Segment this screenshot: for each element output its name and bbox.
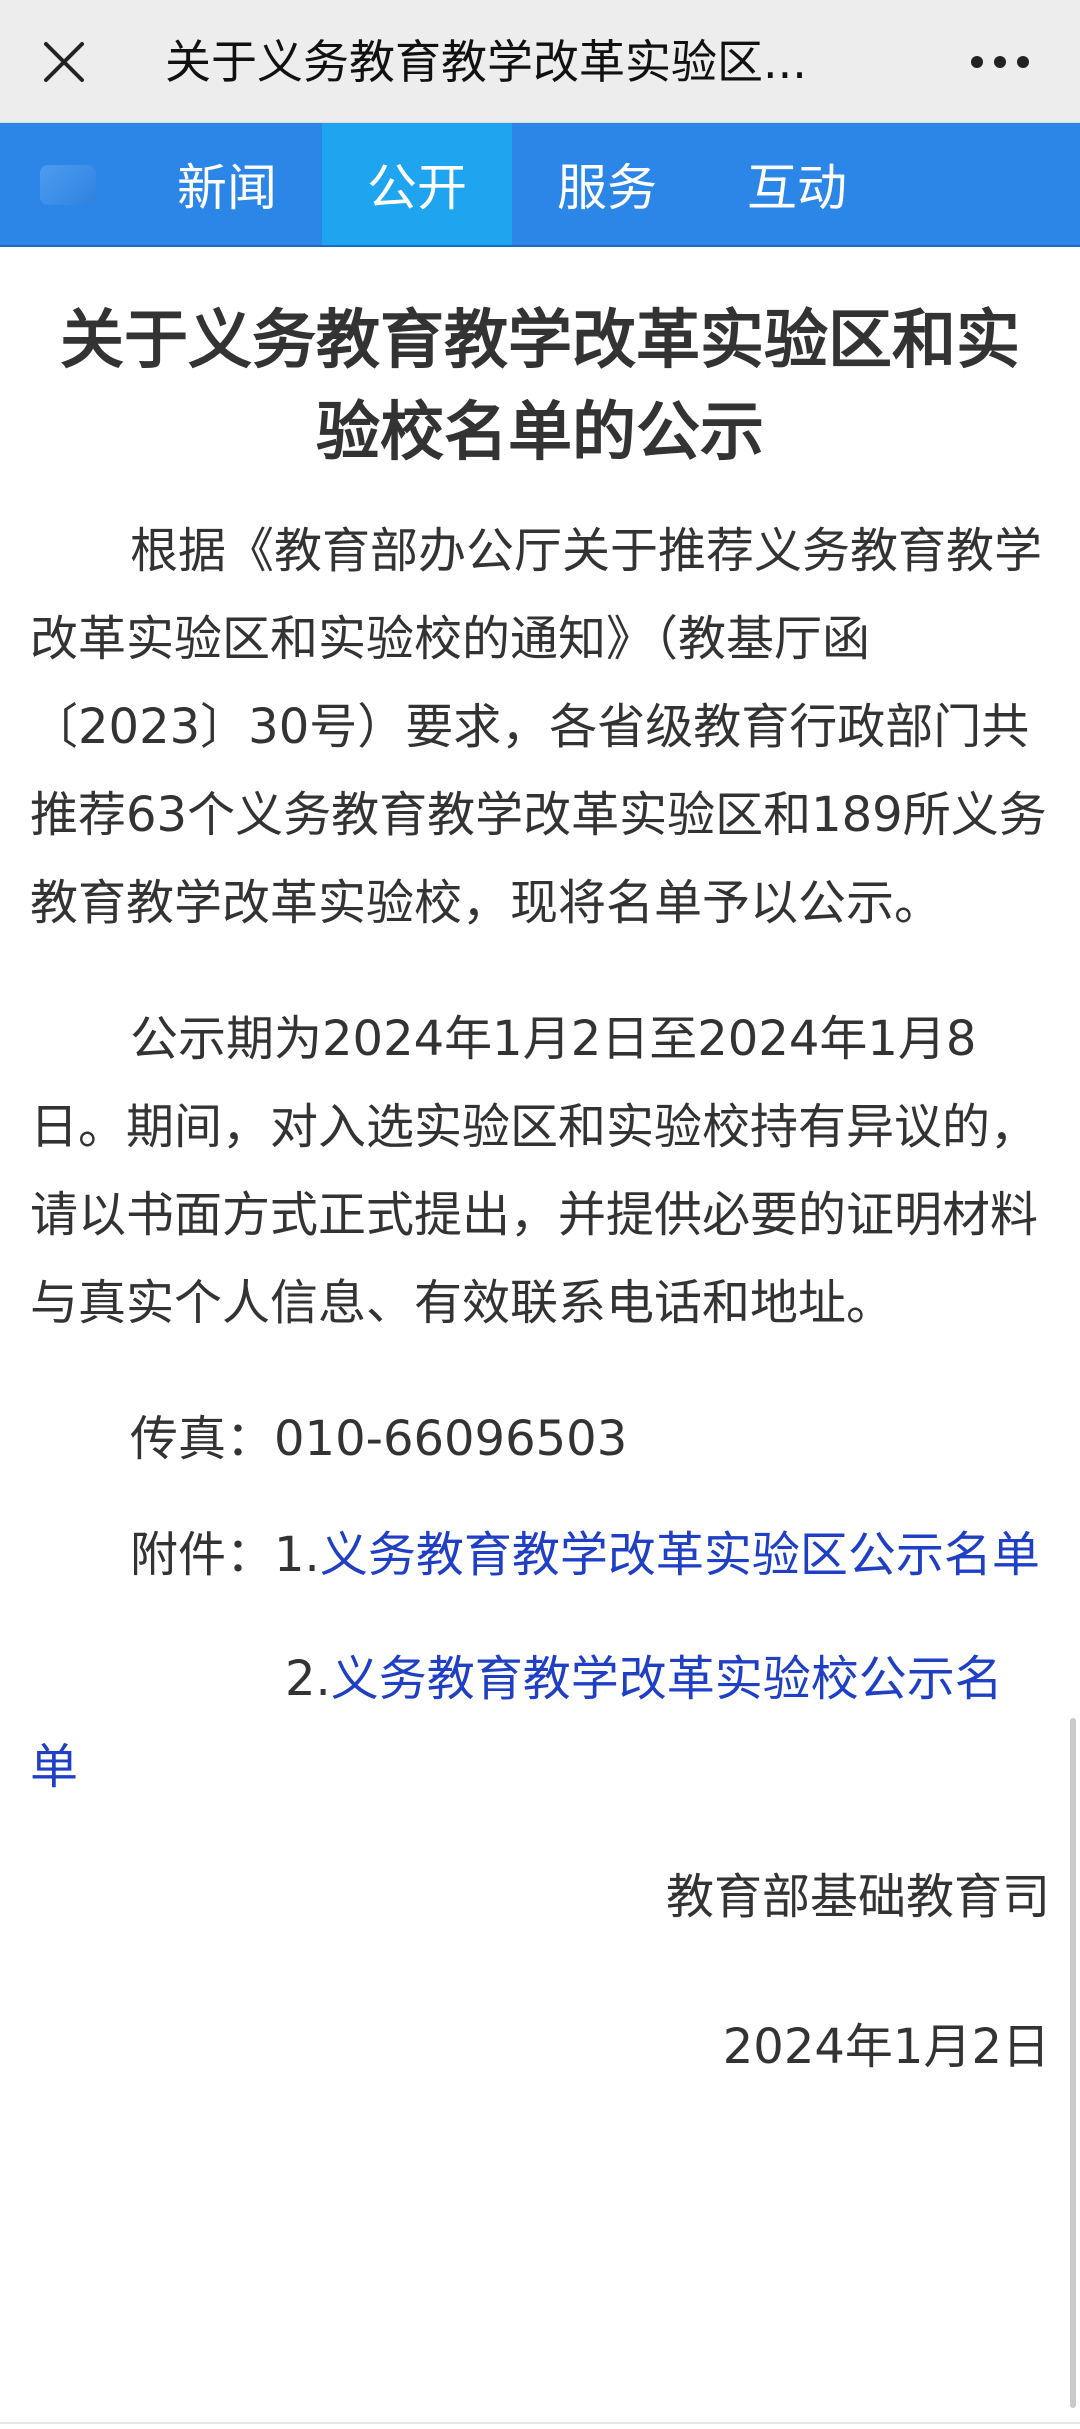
fax-line: 传真：010-66096503 xyxy=(130,1411,628,1467)
tab-service[interactable]: 服务 xyxy=(512,123,702,245)
attachment-2-link[interactable]: 义务教育教学改革实验校公示名单 xyxy=(30,1651,1003,1795)
article-content: 关于义务教育教学改革实验区和实验校名单的公示 根据《教育部办公厅关于推荐义务教育… xyxy=(0,245,1080,2091)
signature: 教育部基础教育司 xyxy=(665,1869,1050,1925)
tab-news[interactable]: 新闻 xyxy=(132,123,322,245)
close-icon xyxy=(44,42,84,82)
attachment-prefix: 附件：1. xyxy=(130,1527,320,1583)
more-dots-icon xyxy=(971,56,1029,68)
attachment-2: 2.义务教育教学改革实验校公示名单 xyxy=(30,1635,1050,1811)
top-bar: 关于义务教育教学改革实验区... xyxy=(0,0,1080,123)
article-paragraph: 公示期为2024年1月2日至2024年1月8日。期间，对入选实验区和实验校持有异… xyxy=(30,1011,1039,1331)
tab-open[interactable]: 公开 xyxy=(322,123,512,245)
scrollbar[interactable] xyxy=(1070,1718,1076,2408)
article-title: 关于义务教育教学改革实验区和实验校名单的公示 xyxy=(60,304,1020,470)
article-paragraph: 根据《教育部办公厅关于推荐义务教育教学改革实验区和实验校的通知》（教基厅函〔20… xyxy=(30,523,1047,931)
close-button[interactable] xyxy=(24,22,104,102)
nav-bar: 新闻 公开 服务 互动 xyxy=(0,123,1080,247)
divider xyxy=(0,2422,1080,2424)
tab-interaction[interactable]: 互动 xyxy=(702,123,892,245)
site-logo-icon xyxy=(40,165,96,205)
publish-date: 2024年1月2日 xyxy=(722,2019,1050,2075)
attachment-2-prefix: 2. xyxy=(285,1651,331,1707)
more-button[interactable] xyxy=(950,22,1050,102)
page-title: 关于义务教育教学改革实验区... xyxy=(165,35,807,89)
attachment-1-link[interactable]: 义务教育教学改革实验区公示名单 xyxy=(320,1527,1040,1583)
attachment-1: 附件：1.义务教育教学改革实验区公示名单 xyxy=(30,1511,1050,1599)
